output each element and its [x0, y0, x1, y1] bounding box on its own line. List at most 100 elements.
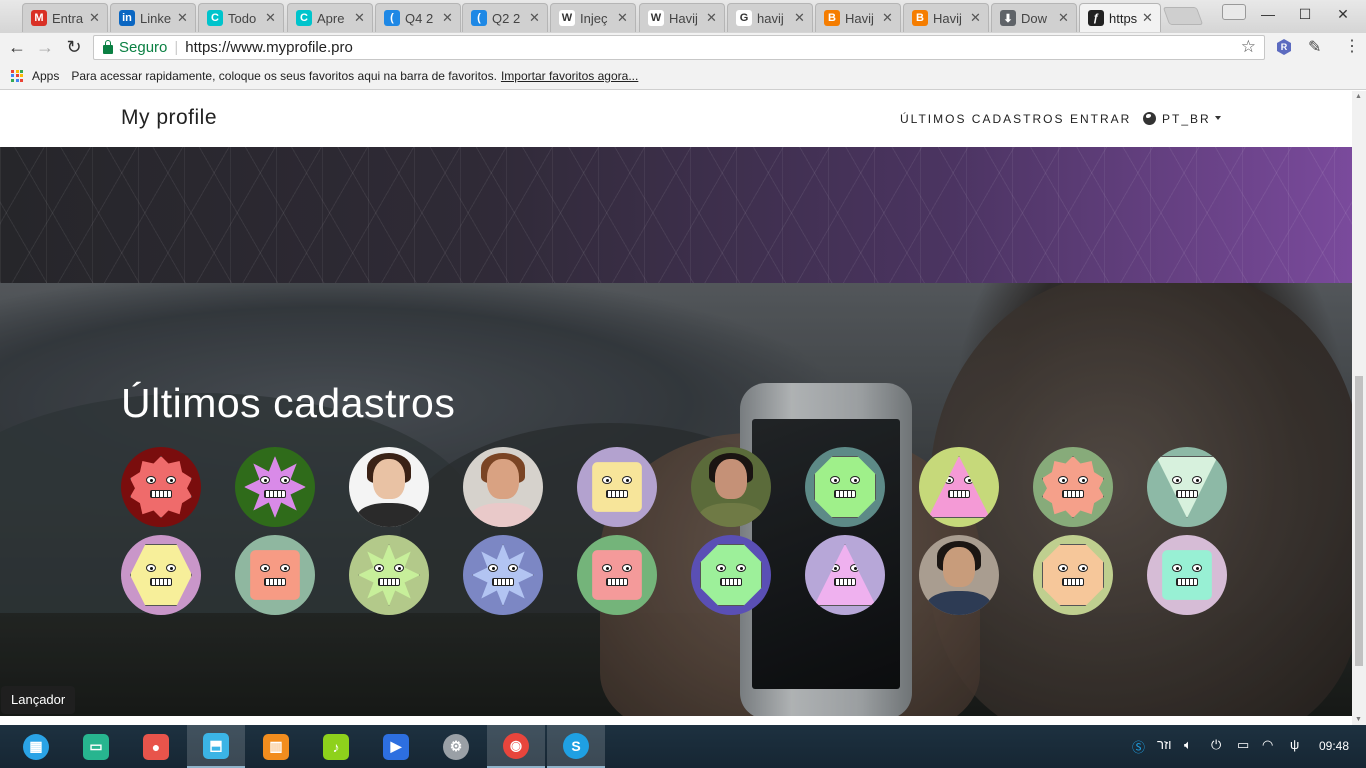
- browser-tab[interactable]: in Linke ✕: [110, 3, 196, 32]
- user-avatar[interactable]: [691, 535, 771, 615]
- close-tab-icon[interactable]: ✕: [706, 10, 718, 26]
- tray-text[interactable]: וזר: [1157, 737, 1172, 752]
- eyedropper-extension-icon[interactable]: ✎: [1308, 37, 1321, 57]
- user-avatar[interactable]: [349, 535, 429, 615]
- close-tab-icon[interactable]: ✕: [265, 10, 277, 26]
- close-tab-icon[interactable]: ✕: [529, 10, 541, 26]
- minimize-icon[interactable]: —: [1258, 6, 1278, 22]
- browser-tab[interactable]: Ghavij ✕: [727, 3, 813, 32]
- user-avatar[interactable]: [577, 447, 657, 527]
- taskbar-app[interactable]: ▶: [367, 725, 425, 768]
- robot-eye: [280, 476, 290, 484]
- browser-tab[interactable]: C Todo ✕: [198, 3, 284, 32]
- back-icon[interactable]: ←: [6, 36, 28, 58]
- wifi-icon[interactable]: ◠: [1262, 737, 1273, 753]
- url-text[interactable]: https://www.myprofile.pro: [185, 39, 353, 56]
- user-avatar[interactable]: [577, 535, 657, 615]
- user-avatar[interactable]: [919, 447, 999, 527]
- scrollbar-thumb[interactable]: [1355, 376, 1363, 666]
- user-avatar[interactable]: [1033, 535, 1113, 615]
- nav-login[interactable]: ENTRAR: [1070, 112, 1131, 126]
- close-tab-icon[interactable]: ✕: [970, 10, 982, 26]
- browser-tab[interactable]: ƒ https ✕: [1079, 3, 1161, 32]
- user-avatar[interactable]: [463, 535, 543, 615]
- apps-link[interactable]: Apps: [32, 69, 59, 83]
- tab-title: Havij: [669, 10, 698, 26]
- battery-icon[interactable]: ▭: [1237, 737, 1249, 753]
- close-window-icon[interactable]: ✕: [1333, 6, 1353, 23]
- bookmark-star-icon[interactable]: ☆: [1241, 37, 1256, 57]
- browser-tab[interactable]: B Havij ✕: [815, 3, 901, 32]
- reload-icon[interactable]: ↻: [63, 36, 85, 58]
- close-tab-icon[interactable]: ✕: [794, 10, 806, 26]
- user-avatar[interactable]: [805, 535, 885, 615]
- browser-tab[interactable]: W Injeç ✕: [550, 3, 636, 32]
- user-avatar[interactable]: [235, 535, 315, 615]
- nav-latest-registrations[interactable]: ÚLTIMOS CADASTROS: [900, 112, 1064, 126]
- music-icon: ♪: [323, 733, 349, 760]
- taskbar-app[interactable]: ▥: [247, 725, 305, 768]
- address-bar[interactable]: Seguro | https://www.myprofile.pro ☆: [93, 35, 1265, 60]
- close-tab-icon[interactable]: ✕: [617, 10, 629, 26]
- browser-tab[interactable]: C Apre ✕: [287, 3, 373, 32]
- page-scrollbar[interactable]: ▲ ▼: [1352, 91, 1366, 725]
- wikipedia-icon: W: [559, 10, 575, 26]
- volume-icon[interactable]: 🔈︎: [1184, 737, 1192, 753]
- browser-menu-icon[interactable]: ⋮: [1344, 36, 1360, 56]
- taskbar-app[interactable]: ♪: [307, 725, 365, 768]
- user-avatar[interactable]: [463, 447, 543, 527]
- clock[interactable]: 09:48: [1319, 739, 1349, 753]
- skype-tray-icon[interactable]: Ⓢ: [1132, 737, 1145, 756]
- user-avatar[interactable]: [121, 535, 201, 615]
- robot-eye: [394, 564, 404, 572]
- robot-eye: [850, 476, 860, 484]
- user-avatar[interactable]: [691, 447, 771, 527]
- usb-icon[interactable]: ψ: [1290, 737, 1299, 752]
- user-avatar[interactable]: [1147, 535, 1227, 615]
- maximize-icon[interactable]: ☐: [1295, 6, 1315, 23]
- globe-icon[interactable]: [1143, 112, 1156, 125]
- close-tab-icon[interactable]: ✕: [882, 10, 894, 26]
- browser-tab[interactable]: B Havij ✕: [903, 3, 989, 32]
- close-tab-icon[interactable]: ✕: [442, 10, 454, 26]
- profile-icon[interactable]: [1222, 4, 1246, 20]
- new-tab-button[interactable]: [1162, 7, 1204, 25]
- chevron-down-icon[interactable]: [1215, 116, 1221, 120]
- taskbar-app[interactable]: ●: [127, 725, 185, 768]
- user-avatar[interactable]: [235, 447, 315, 527]
- close-tab-icon[interactable]: ✕: [177, 10, 189, 26]
- apps-grid-icon[interactable]: [11, 69, 23, 82]
- power-icon[interactable]: ⏻: [1211, 737, 1221, 753]
- user-avatar[interactable]: [805, 447, 885, 527]
- close-tab-icon[interactable]: ✕: [1142, 10, 1154, 26]
- close-tab-icon[interactable]: ✕: [1058, 10, 1070, 26]
- forward-icon[interactable]: →: [34, 36, 56, 58]
- import-bookmarks-link[interactable]: Importar favoritos agora...: [501, 69, 638, 83]
- scroll-up-icon[interactable]: ▲: [1355, 93, 1362, 100]
- browser-tab[interactable]: M Entra ✕: [22, 3, 108, 32]
- taskbar-app[interactable]: ⬒: [187, 725, 245, 768]
- taskbar-app[interactable]: ◉: [487, 725, 545, 768]
- robot-eye: [166, 476, 176, 484]
- browser-tab[interactable]: W Havij ✕: [639, 3, 725, 32]
- taskbar-app[interactable]: ▦: [7, 725, 65, 768]
- wikipedia-icon: W: [648, 10, 664, 26]
- language-selector[interactable]: PT_BR: [1162, 112, 1211, 126]
- user-avatar[interactable]: [919, 535, 999, 615]
- close-tab-icon[interactable]: ✕: [89, 10, 101, 26]
- close-tab-icon[interactable]: ✕: [354, 10, 366, 26]
- site-brand[interactable]: My profile: [121, 106, 217, 130]
- robot-face: [1156, 456, 1218, 518]
- taskbar-app[interactable]: ⚙: [427, 725, 485, 768]
- taskbar-app[interactable]: S: [547, 725, 605, 768]
- browser-tab[interactable]: (Q2 2 ✕: [462, 3, 548, 32]
- scroll-down-icon[interactable]: ▼: [1355, 716, 1362, 723]
- profile-photo: [919, 535, 999, 615]
- user-avatar[interactable]: [121, 447, 201, 527]
- user-avatar[interactable]: [1033, 447, 1113, 527]
- user-avatar[interactable]: [1147, 447, 1227, 527]
- taskbar-app[interactable]: ▭: [67, 725, 125, 768]
- browser-tab[interactable]: (Q4 2 ✕: [375, 3, 461, 32]
- user-avatar[interactable]: [349, 447, 429, 527]
- browser-tab[interactable]: ⬇ Dow ✕: [991, 3, 1077, 32]
